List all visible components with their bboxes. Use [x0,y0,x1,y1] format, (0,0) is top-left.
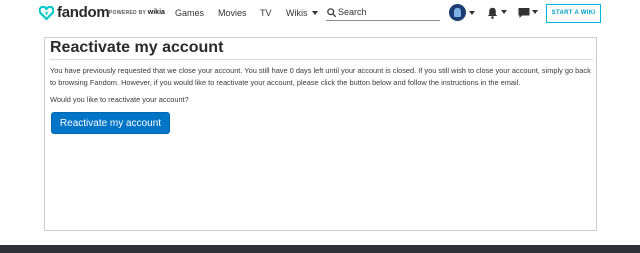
search-icon [327,8,336,17]
search-placeholder: Search [338,7,367,17]
avatar [449,4,466,21]
messages-menu[interactable] [518,6,540,20]
powered-by-brand: wikia [147,9,165,16]
reactivate-account-button[interactable]: Reactivate my account [51,112,170,134]
global-navigation: fandom POWERED BY wikia Games Movies TV … [0,0,640,28]
powered-by-label: POWERED BY [109,10,147,16]
powered-by-wikia: POWERED BY wikia [109,9,165,16]
global-footer [0,245,640,253]
nav-games[interactable]: Games [175,8,204,19]
title-divider [50,59,593,60]
chevron-down-icon [532,10,538,14]
page-title: Reactivate my account [50,39,224,56]
page-content: Reactivate my account You have previousl… [44,37,597,231]
brand-name: fandom [57,4,110,21]
chevron-down-icon [469,11,475,15]
bell-icon [487,7,498,19]
nav-tv[interactable]: TV [260,8,272,19]
heart-logo-icon [39,6,54,20]
nav-wikis-label: Wikis [286,8,308,18]
reactivation-message: You have previously requested that we cl… [50,66,591,87]
search-input[interactable]: Search [326,5,440,21]
nav-movies[interactable]: Movies [218,8,247,19]
chevron-down-icon [311,11,318,15]
reactivation-question: Would you like to reactivate your accoun… [50,95,189,104]
chevron-down-icon [501,10,507,14]
start-a-wiki-button[interactable]: START A WIKI [546,4,601,23]
fandom-logo[interactable]: fandom [39,4,110,21]
notifications-menu[interactable] [487,6,509,20]
user-menu[interactable] [449,4,477,22]
nav-wikis[interactable]: Wikis [286,8,318,19]
chat-bubble-icon [518,8,530,18]
